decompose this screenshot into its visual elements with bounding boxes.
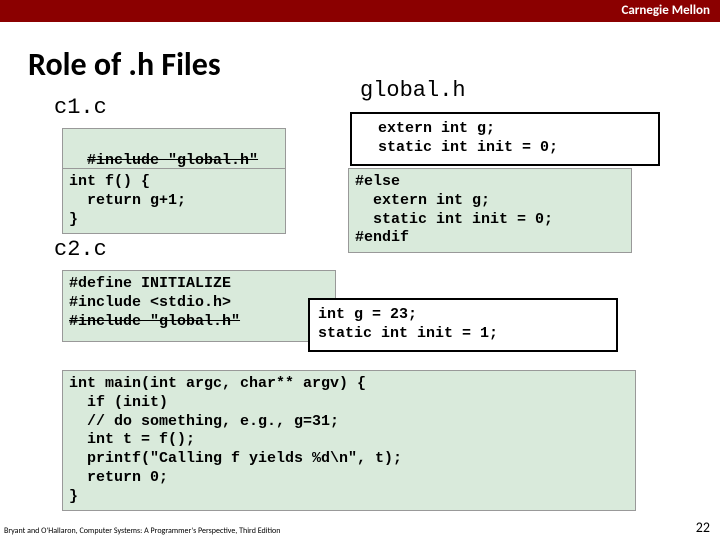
code-global-rest: #else extern int g; static int init = 0;… [348,168,632,253]
c1-include-text: #include "global.h" [87,152,258,169]
footer-text: Bryant and O'Hallaron, Computer Systems:… [4,526,280,536]
code-c2-main: int main(int argc, char** argv) { if (in… [62,370,636,511]
label-c1: c1.c [54,95,107,120]
slide-title: Role of .h Files [28,45,221,84]
brand-text: Carnegie Mellon [621,3,710,18]
label-global: global.h [360,78,466,103]
c2-include-text: #include "global.h" [69,313,240,330]
label-c2: c2.c [54,237,107,262]
brand-bar: Carnegie Mellon [0,0,720,22]
c2-head-text: #define INITIALIZE #include <stdio.h> [69,275,231,311]
page-number: 22 [696,519,710,536]
code-global-top: extern int g; static int init = 0; [350,112,660,166]
code-c2-head: #define INITIALIZE #include <stdio.h> #i… [62,270,336,342]
code-c1-body: int f() { return g+1; } [62,168,286,234]
code-c2-overlay: int g = 23; static int init = 1; [308,298,618,352]
